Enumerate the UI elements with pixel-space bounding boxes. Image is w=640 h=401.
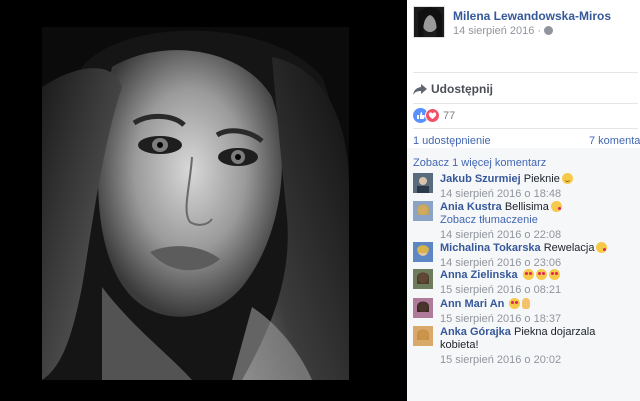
comment-timestamp[interactable]: 15 sierpień 2016 o 20:02 <box>440 354 635 367</box>
heart-eyes-emoji-icon <box>522 269 534 280</box>
comment-body: Anna Zielinska 15 sierpień 2016 o 08:21 <box>440 269 635 297</box>
comments-section: Zobacz 1 więcej komentarz Jakub Szurmiej… <box>407 148 640 401</box>
comment-timestamp[interactable]: 14 sierpień 2016 o 22:08 <box>440 229 635 242</box>
post-side-panel: Milena Lewandowska-Miros 14 sierpień 201… <box>407 0 640 401</box>
share-button[interactable]: Udostępnij <box>413 82 493 100</box>
kiss-emoji-icon <box>550 201 562 212</box>
heart-eyes-emoji-icon <box>509 298 521 309</box>
post-date-line: 14 sierpień 2016 · <box>453 25 554 37</box>
comment-body: Ania Kustra Bellisima Zobacz tłumaczenie… <box>440 201 635 242</box>
comment-timestamp[interactable]: 15 sierpień 2016 o 18:37 <box>440 313 635 326</box>
comment-author[interactable]: Ania Kustra <box>440 201 502 213</box>
love-icon <box>425 108 440 124</box>
comment-timestamp[interactable]: 14 sierpień 2016 o 18:48 <box>440 188 635 201</box>
commenter-avatar[interactable] <box>413 173 433 193</box>
comment-author[interactable]: Ann Mari An <box>440 298 504 310</box>
shares-count-link[interactable]: 1 udostępnienie <box>413 135 491 147</box>
divider <box>413 128 638 129</box>
author-avatar-image <box>414 7 444 37</box>
comment-author[interactable]: Anka Górajka <box>440 326 511 338</box>
kiss-emoji-icon <box>596 242 608 253</box>
portrait-image <box>42 27 349 380</box>
comment-body: Ann Mari An 15 sierpień 2016 o 18:37 <box>440 298 635 326</box>
heart-eyes-emoji-icon <box>548 269 560 280</box>
comment-text: Bellisima <box>504 201 549 213</box>
photo-stage <box>0 0 407 401</box>
commenter-avatar[interactable] <box>413 298 433 318</box>
comment-text: Rewelacja <box>543 242 595 254</box>
comment-author[interactable]: Michalina Tokarska <box>440 242 541 254</box>
smile-emoji-icon <box>561 173 573 184</box>
comments-count-link[interactable]: 7 komentarzy <box>589 135 640 147</box>
post-photo[interactable] <box>42 27 349 380</box>
comment-body: Michalina Tokarska Rewelacja 14 sierpień… <box>440 242 635 270</box>
date-separator: · <box>537 25 542 37</box>
post-header: Milena Lewandowska-Miros 14 sierpień 201… <box>413 6 635 40</box>
comment-timestamp[interactable]: 15 sierpień 2016 o 08:21 <box>440 284 635 297</box>
divider <box>413 72 638 73</box>
comment-body: Jakub Szurmiej Pieknie 14 sierpień 2016 … <box>440 173 635 201</box>
comment-author[interactable]: Jakub Szurmiej <box>440 173 521 185</box>
commenter-avatar[interactable] <box>413 201 433 221</box>
author-avatar[interactable] <box>413 6 445 38</box>
commenter-avatar[interactable] <box>413 269 433 289</box>
see-translation-link[interactable]: Zobacz tłumaczenie <box>440 214 635 227</box>
author-name[interactable]: Milena Lewandowska-Miros <box>453 9 611 23</box>
reactions-summary[interactable]: 77 <box>413 108 455 124</box>
share-label: Udostępnij <box>431 82 493 96</box>
comment-author[interactable]: Anna Zielinska <box>440 269 518 281</box>
view-more-comments-link[interactable]: Zobacz 1 więcej komentarz <box>413 157 546 169</box>
commenter-avatar[interactable] <box>413 326 433 346</box>
comment-text: Pieknie <box>523 173 560 185</box>
post-date[interactable]: 14 sierpień 2016 <box>453 25 534 37</box>
globe-icon[interactable] <box>544 26 554 35</box>
commenter-avatar[interactable] <box>413 242 433 262</box>
ok-hand-emoji-icon <box>522 298 531 309</box>
reactions-count: 77 <box>443 109 456 122</box>
share-icon <box>413 84 427 95</box>
heart-eyes-emoji-icon <box>535 269 547 280</box>
comment-body: Anka Górajka Piekna dojarzala kobieta! 1… <box>440 326 635 367</box>
divider <box>413 103 638 104</box>
